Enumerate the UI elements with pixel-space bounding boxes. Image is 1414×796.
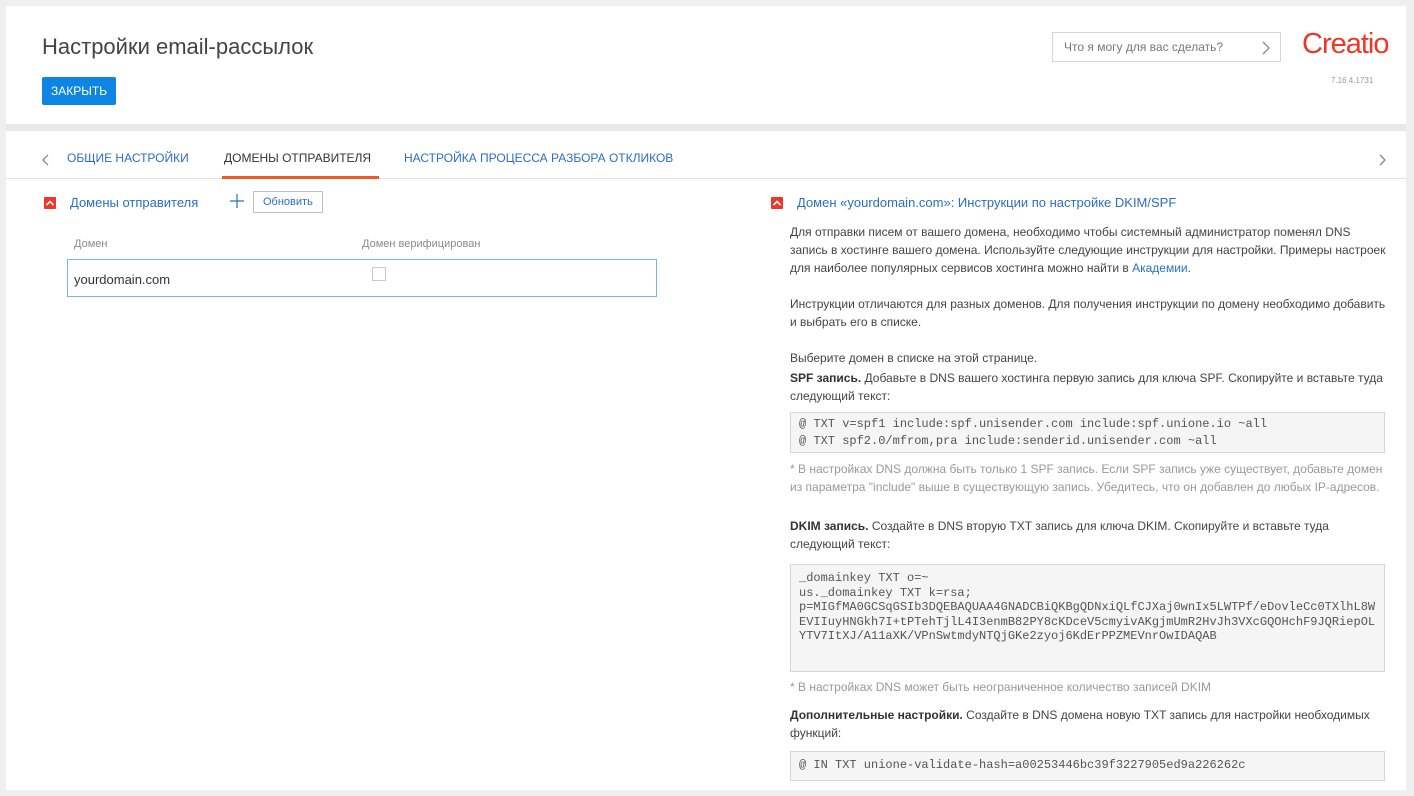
dkim-code-line: _domainkey TXT o=~: [799, 571, 929, 585]
extra-heading: Дополнительные настройки.: [790, 708, 963, 722]
instructions-section-title[interactable]: Домен «yourdomain.com»: Инструкции по на…: [797, 195, 1176, 210]
page-frame: Настройки email-рассылок ЗАКРЫТЬ Creatio…: [6, 6, 1406, 790]
spf-code-line: @ TXT spf2.0/mfrom,pra include:senderid.…: [799, 434, 1217, 448]
extra-paragraph: Дополнительные настройки. Создайте в DNS…: [790, 706, 1386, 742]
spf-code-line: @ TXT v=spf1 include:spf.unisender.com i…: [799, 417, 1268, 431]
dkim-paragraph: DKIM запись. Создайте в DNS вторую TXT з…: [790, 517, 1386, 553]
extra-code-block[interactable]: @ IN TXT unione-validate-hash=a00253446b…: [790, 751, 1385, 781]
spf-paragraph: SPF запись. Добавьте в DNS вашего хостин…: [790, 369, 1386, 405]
chevron-right-icon[interactable]: [1257, 39, 1275, 57]
tab-general-settings[interactable]: ОБЩИЕ НАСТРОЙКИ: [67, 151, 189, 165]
dkim-code-line: us._domainkey TXT k=rsa;: [799, 585, 972, 600]
dkim-code-line: p=MIGfMA0GCSqGSIb3DQEBAQUAA4GNADCBiQKBgQ…: [799, 600, 1376, 643]
intro-paragraph: Для отправки писем от вашего домена, нео…: [790, 223, 1386, 277]
tab-sender-domains[interactable]: ДОМЕНЫ ОТПРАВИТЕЛЯ: [224, 151, 371, 165]
intro-end: .: [1187, 261, 1191, 275]
spf-note: * В настройках DNS должна быть только 1 …: [790, 462, 1383, 494]
intro-text: Для отправки писем от вашего домена, нео…: [790, 225, 1386, 275]
close-button[interactable]: ЗАКРЫТЬ: [42, 77, 117, 105]
refresh-button[interactable]: Обновить: [253, 191, 323, 213]
add-domain-icon[interactable]: [229, 193, 245, 209]
collapse-domains-icon[interactable]: [44, 197, 56, 209]
header-divider: [6, 124, 1406, 131]
command-search-input[interactable]: [1053, 33, 1253, 61]
instructions-differ-text: Инструкции отличаются для разных доменов…: [790, 297, 1386, 329]
dkim-note: * В настройках DNS может быть неограниче…: [790, 680, 1212, 694]
page-header: Настройки email-рассылок ЗАКРЫТЬ Creatio…: [6, 6, 1406, 124]
command-search[interactable]: [1052, 32, 1281, 62]
creatio-logo: Creatio: [1302, 28, 1389, 60]
dkim-heading: DKIM запись.: [790, 519, 869, 533]
dkim-text: Создайте в DNS вторую TXT запись для клю…: [790, 519, 1329, 551]
tab-bar: ОБЩИЕ НАСТРОЙКИ ДОМЕНЫ ОТПРАВИТЕЛЯ НАСТР…: [6, 131, 1406, 179]
domain-cell: yourdomain.com: [74, 272, 171, 287]
select-domain-text: Выберите домен в списке на этой странице…: [790, 351, 1038, 365]
spf-code-block[interactable]: @ TXT v=spf1 include:spf.unisender.com i…: [790, 412, 1385, 453]
tabs-scroll-right-icon[interactable]: [1376, 152, 1388, 168]
column-header-domain[interactable]: Домен: [74, 238, 107, 250]
spf-text: Добавьте в DNS вашего хостинга первую за…: [790, 371, 1383, 403]
page-title: Настройки email-рассылок: [42, 34, 314, 59]
table-row[interactable]: yourdomain.com: [67, 259, 657, 297]
verified-checkbox[interactable]: [372, 267, 386, 281]
version-label: 7.16.4.1731: [1331, 76, 1374, 85]
domains-section-title[interactable]: Домены отправителя: [70, 195, 198, 210]
column-header-verified[interactable]: Домен верифицирован: [362, 238, 480, 250]
dkim-code-block[interactable]: _domainkey TXT o=~ us._domainkey TXT k=rs…: [790, 564, 1385, 672]
spf-heading: SPF запись.: [790, 371, 862, 385]
tab-response-processing[interactable]: НАСТРОЙКА ПРОЦЕССА РАЗБОРА ОТКЛИКОВ: [404, 151, 673, 165]
academy-link[interactable]: Академии: [1132, 261, 1188, 275]
active-tab-indicator: [222, 176, 379, 179]
collapse-instructions-icon[interactable]: [771, 197, 783, 209]
tabs-scroll-left-icon[interactable]: [40, 152, 52, 168]
